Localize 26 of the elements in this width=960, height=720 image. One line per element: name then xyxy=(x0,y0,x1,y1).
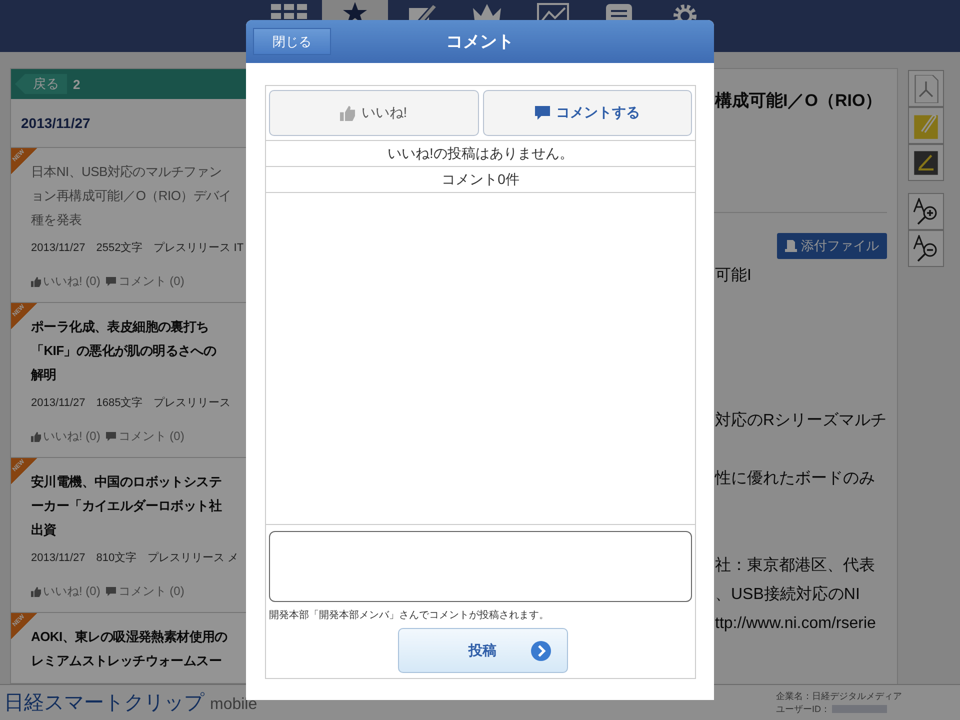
user-id-label: ユーザーID： xyxy=(776,702,830,716)
company-name: 企業名：日経デジタルメディア xyxy=(776,690,902,702)
article-title: ョン再構成可能I／O（RIO）デバイ xyxy=(31,187,232,205)
comment-count-label: コメント0件 xyxy=(266,167,695,193)
article-text: 性に優れたボードのみ xyxy=(715,469,876,489)
app-logo: 日経スマートクリップ xyxy=(4,691,204,716)
article-title: 出資 xyxy=(31,521,58,539)
article-title: ーカー「カイエルダーロボット社 xyxy=(31,497,223,515)
article-title: レミアムストレッチウォームスー xyxy=(31,652,223,670)
article-text: ttp://www.ni.com/rserie xyxy=(715,614,877,634)
article-text: 、USB接続対応のNI xyxy=(715,584,861,605)
article-meta: 2013/11/27 2552文字 プレスリリース IT xyxy=(31,240,242,255)
likes-status: いいね!の投稿はありません。 xyxy=(266,141,695,167)
dialog-title: コメント xyxy=(446,31,514,53)
article-text: 対応のRシリーズマルチ xyxy=(715,410,888,431)
article-title: 解明 xyxy=(31,366,58,384)
page-count: 2 xyxy=(73,76,80,92)
article-meta: 2013/11/27 810文字 プレスリリース メ xyxy=(31,550,240,565)
article-text: 社：東京都港区、代表 xyxy=(715,556,876,576)
app-logo-suffix: mobile xyxy=(210,696,258,714)
article-title: 「KIF」の悪化が肌の明るさへの xyxy=(31,342,218,360)
article-meta: 2013/11/27 1685文字 プレスリリース xyxy=(31,396,232,410)
article-title: 種を発表 xyxy=(31,211,83,229)
article-text: 可能I xyxy=(715,266,752,286)
posting-note: 開発本部「開発本部メンバ」さんでコメントが投稿されます。 xyxy=(269,608,550,622)
article-heading: 構成可能I／O（RIO） xyxy=(715,90,884,112)
